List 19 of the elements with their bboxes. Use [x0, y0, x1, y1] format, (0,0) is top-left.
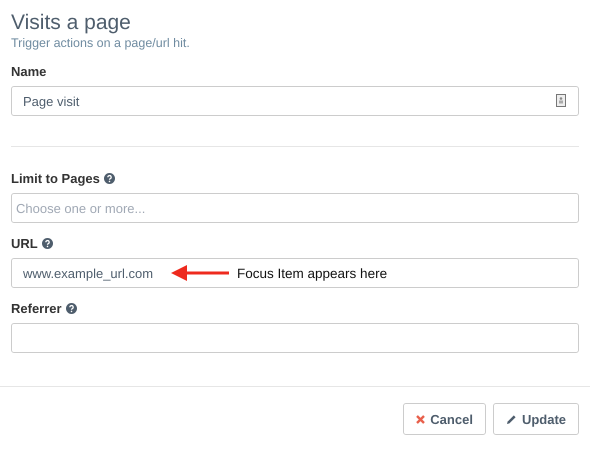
pencil-icon	[506, 414, 517, 424]
panel-subtitle: Trigger actions on a page/url hit.	[11, 36, 191, 51]
panel-title: Visits a page	[11, 10, 132, 36]
select-field[interactable]: Choose one or more...	[11, 193, 579, 223]
help-icon[interactable]	[104, 172, 115, 184]
input-field[interactable]	[11, 323, 579, 353]
annotation-text: Focus Item appears here	[237, 266, 388, 280]
field-label: URL	[11, 236, 38, 250]
arrow-icon	[171, 264, 229, 282]
field-label: Referrer	[11, 300, 62, 316]
cancel-button[interactable]: Cancel	[403, 403, 486, 435]
help-icon[interactable]	[42, 238, 53, 248]
close-icon	[416, 414, 426, 424]
help-icon[interactable]	[66, 302, 77, 314]
field-label: Name	[11, 64, 46, 78]
contact-card-icon	[556, 94, 566, 107]
input-field[interactable]: Page visit	[11, 86, 579, 116]
update-button[interactable]: Update	[492, 403, 579, 435]
field-label: Limit to Pages	[11, 170, 100, 186]
